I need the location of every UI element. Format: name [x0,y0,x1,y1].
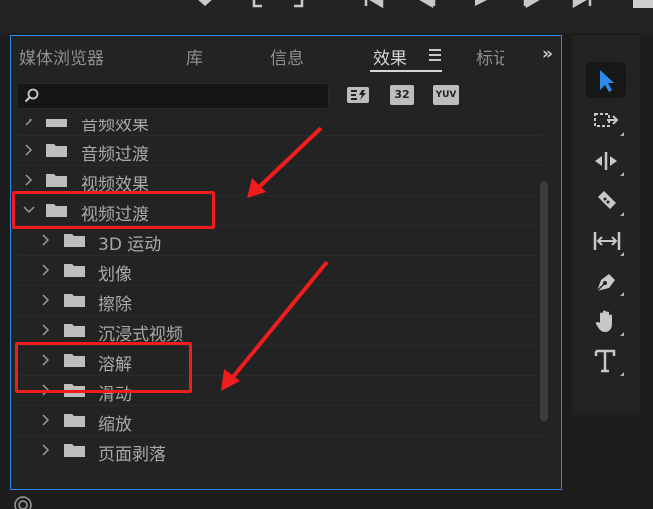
tools-panel [572,35,640,415]
accelerated-effects-icon[interactable] [346,85,372,107]
tree-scrollbar[interactable] [540,119,548,465]
razor-icon [598,191,616,209]
add-marker-icon[interactable] [192,0,218,12]
tab-libraries[interactable]: 库 [186,44,203,69]
folder-icon [46,144,67,157]
tree-item-zoom[interactable]: 缩放 [17,406,543,436]
type-tool[interactable] [586,342,626,378]
tree-item-label: 划像 [98,265,132,285]
32bit-color-icon[interactable]: 32 [390,85,414,105]
transport-bar [0,0,653,33]
tree-item-label: 缩放 [98,415,132,435]
tree-item-page-peel[interactable]: 页面剥落 [17,436,543,465]
tab-info[interactable]: 信息 [270,44,304,69]
panel-tabs: 媒体浏览器 库 信息 效果 标记 » [11,36,561,78]
tab-effects[interactable]: 效果 [373,44,407,69]
chevron-right-icon[interactable] [40,293,50,307]
arrow-cursor-icon [600,70,614,92]
go-to-out-icon[interactable] [570,0,596,12]
folder-icon [64,324,85,337]
tree-item-label: 擦除 [98,295,132,315]
tree-item-label: 音频过渡 [81,145,149,165]
tree-item-label: 3D 运动 [98,235,162,255]
ripple-edit-tool[interactable] [586,142,626,178]
tree-item-label: 音频效果 [81,119,149,135]
folder-icon [64,234,85,247]
folder-icon [64,414,85,427]
scrollbar-thumb[interactable] [540,181,548,421]
mark-in-icon[interactable] [250,0,266,12]
search-box[interactable] [17,83,329,109]
track-select-icon [594,113,619,127]
search-icon [24,88,39,103]
tree-item-audio-effects[interactable]: 音频效果 [17,119,543,136]
tab-overflow-button[interactable]: » [542,44,553,64]
tab-media-browser[interactable]: 媒体浏览器 [19,44,104,69]
chevron-right-icon[interactable] [40,323,50,337]
tree-item-3d-motion[interactable]: 3D 运动 [17,226,543,256]
tab-markers[interactable]: 标记 [476,44,504,69]
tree-item-audio-transitions[interactable]: 音频过渡 [17,136,543,166]
chevron-right-icon[interactable] [40,443,50,457]
type-icon [594,349,616,373]
selection-tool[interactable] [586,62,626,98]
track-select-tool[interactable] [586,102,626,138]
folder-icon [46,174,67,187]
folder-icon [46,119,67,127]
step-forward-icon[interactable] [521,0,543,12]
yuv-effects-icon[interactable]: YUV [433,85,459,105]
slip-tool[interactable] [586,222,626,258]
go-to-in-icon[interactable] [362,0,388,12]
tree-item-wipe[interactable]: 擦除 [17,286,543,316]
chevron-right-icon[interactable] [23,143,33,157]
status-icon [14,496,32,509]
mark-out-icon[interactable] [290,0,306,12]
panel-menu-icon[interactable] [429,49,441,64]
slip-icon [593,232,621,250]
folder-icon [64,294,85,307]
razor-tool[interactable] [586,182,626,218]
folder-icon [64,264,85,277]
tree-item-label: 页面剥落 [98,445,166,465]
hand-icon [595,310,612,332]
effects-tree: 音频效果 音频过渡 视频效果 视频过渡 3D 运动 划像 擦除 沉浸式视频 溶解… [17,119,543,465]
chevron-right-icon[interactable] [40,263,50,277]
hand-tool[interactable] [586,302,626,338]
chevron-right-icon[interactable] [23,173,33,187]
highlight-video-transitions [12,191,215,229]
chevron-right-icon[interactable] [40,233,50,247]
button-editor-icon[interactable] [633,0,653,8]
active-tab-indicator [370,70,442,72]
step-back-icon[interactable] [416,0,438,12]
tree-item-iris[interactable]: 划像 [17,256,543,286]
chevron-right-icon[interactable] [23,119,33,127]
highlight-dissolve [15,342,192,393]
chevron-right-icon[interactable] [40,413,50,427]
play-icon[interactable] [470,0,492,12]
effects-panel: 媒体浏览器 库 信息 效果 标记 » 32 YUV 音频效果 音频过渡 视频效果… [10,35,562,490]
pen-icon [596,274,615,292]
pen-tool[interactable] [586,262,626,298]
search-input[interactable] [44,86,328,108]
folder-icon [64,444,85,457]
ripple-edit-icon [595,152,617,170]
